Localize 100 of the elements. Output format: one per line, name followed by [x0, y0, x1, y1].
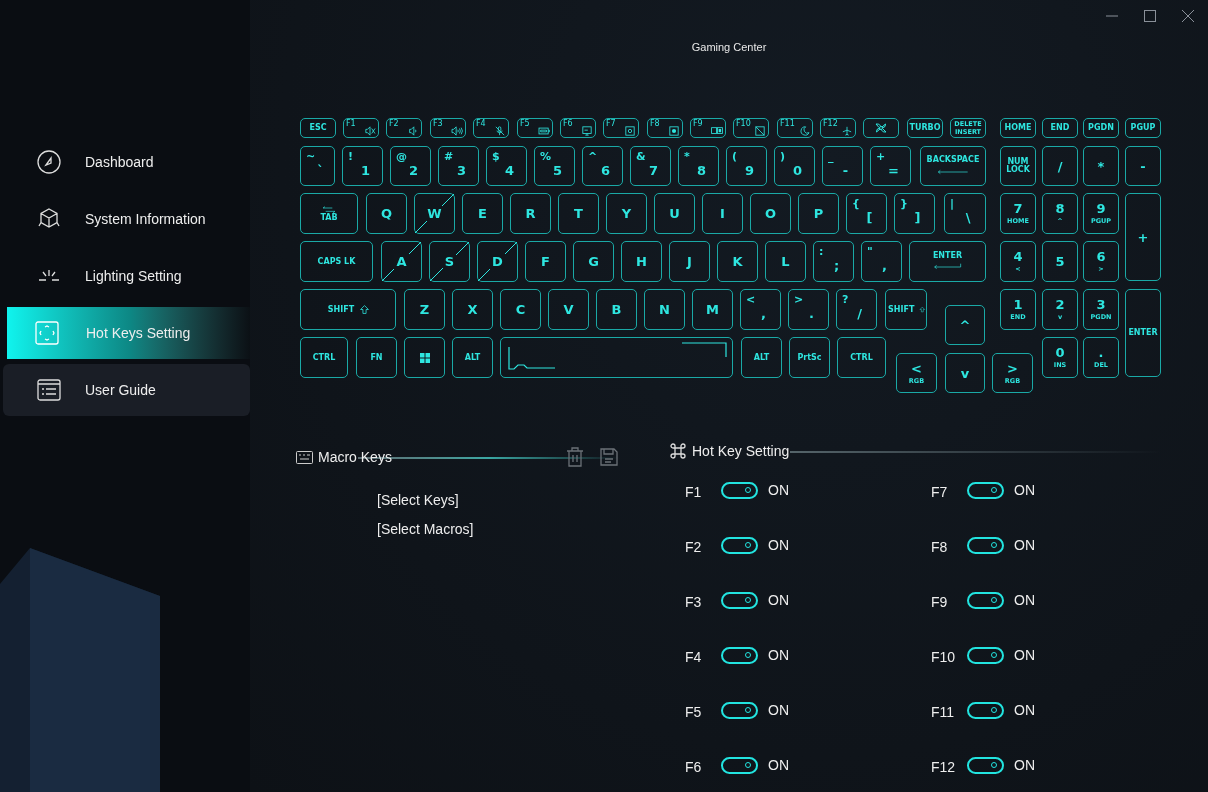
keyboard-key[interactable]: ( 9 [726, 146, 767, 186]
keyboard-key[interactable]: TURBO [907, 118, 943, 138]
keyboard-key[interactable]: " , [861, 241, 902, 282]
keyboard-key[interactable]: % 5 [534, 146, 575, 186]
keyboard-key[interactable]: F7 [603, 118, 639, 138]
keyboard-key[interactable]: F4 [473, 118, 509, 138]
keyboard-key[interactable]: F2 [386, 118, 422, 138]
keyboard-key[interactable]: ! 1 [342, 146, 383, 186]
keyboard-key[interactable]: v [945, 353, 985, 393]
keyboard-key[interactable]: & 7 [630, 146, 671, 186]
keyboard-key[interactable]: TAB [300, 193, 358, 234]
toggle-switch[interactable] [721, 481, 758, 499]
keyboard-key[interactable]: FN [356, 337, 397, 378]
keyboard-key[interactable]: SHIFT [885, 289, 927, 330]
toggle-switch[interactable] [721, 591, 758, 609]
keyboard-key[interactable]: _ - [822, 146, 863, 186]
keyboard-key[interactable]: W [414, 193, 455, 234]
keyboard-key[interactable]: ^ 6 [582, 146, 623, 186]
keyboard-key[interactable]: S [429, 241, 470, 282]
keyboard-key[interactable]: F11 [777, 118, 813, 138]
sidebar-item[interactable]: User Guide [3, 364, 250, 416]
keyboard-key[interactable]: F [525, 241, 566, 282]
keyboard-key[interactable]: END [1042, 118, 1078, 138]
keyboard-key[interactable]: CTRL [837, 337, 886, 378]
select-field[interactable]: [Select Keys] [377, 491, 459, 509]
keyboard-key[interactable] [500, 337, 733, 378]
keyboard-key[interactable]: NUM LOCK [1000, 146, 1036, 186]
keyboard-key[interactable]: ENTER [909, 241, 986, 282]
keyboard-key[interactable]: * [1083, 146, 1119, 186]
keyboard-key[interactable]: < , [740, 289, 781, 330]
keyboard-key[interactable]: - [1125, 146, 1161, 186]
keyboard-key[interactable]: F12 [820, 118, 856, 138]
sidebar-item[interactable]: Dashboard [3, 136, 250, 188]
keyboard-key[interactable]: PGUP [1125, 118, 1161, 138]
keyboard-key[interactable]: F1 [343, 118, 379, 138]
toggle-switch[interactable] [967, 536, 1004, 554]
keyboard-key[interactable]: HOME [1000, 118, 1036, 138]
keyboard-key[interactable]: # 3 [438, 146, 479, 186]
keyboard-key[interactable]: + = [870, 146, 911, 186]
trash-icon[interactable] [566, 447, 584, 467]
select-field[interactable]: [Select Macros] [377, 520, 474, 538]
keyboard-key[interactable]: Y [606, 193, 647, 234]
keyboard-key[interactable]: O [750, 193, 791, 234]
keyboard-key[interactable]: F9 [690, 118, 726, 138]
toggle-switch[interactable] [967, 701, 1004, 719]
keyboard-key[interactable]: | \ [944, 193, 986, 234]
keyboard-key[interactable]: ) 0 [774, 146, 815, 186]
keyboard-key[interactable] [863, 118, 899, 138]
keyboard-key[interactable]: : ; [813, 241, 854, 282]
keyboard-key[interactable]: + [1125, 193, 1161, 281]
keyboard-key[interactable]: D [477, 241, 518, 282]
keyboard-key[interactable]: CAPS LK [300, 241, 373, 282]
keyboard-key[interactable]: / [1042, 146, 1078, 186]
keyboard-key[interactable]: I [702, 193, 743, 234]
toggle-switch[interactable] [967, 591, 1004, 609]
toggle-switch[interactable] [967, 646, 1004, 664]
keyboard-key[interactable]: Q [366, 193, 407, 234]
keyboard-key[interactable]: SHIFT [300, 289, 396, 330]
keyboard-key[interactable]: T [558, 193, 599, 234]
keyboard-key[interactable]: PGDN [1083, 118, 1119, 138]
keyboard-key[interactable]: X [452, 289, 493, 330]
keyboard-key[interactable]: U [654, 193, 695, 234]
keyboard-key[interactable]: ^ [945, 305, 985, 345]
toggle-switch[interactable] [721, 536, 758, 554]
keyboard-key[interactable]: F10 [733, 118, 769, 138]
keyboard-key[interactable]: N [644, 289, 685, 330]
keyboard-key[interactable]: E [462, 193, 503, 234]
toggle-switch[interactable] [721, 756, 758, 774]
keyboard-key[interactable]: > . [788, 289, 829, 330]
sidebar-item[interactable]: System Information [3, 193, 250, 245]
keyboard-key[interactable]: J [669, 241, 710, 282]
keyboard-key[interactable]: F5 [517, 118, 553, 138]
keyboard-key[interactable]: Z [404, 289, 445, 330]
keyboard-key[interactable]: ENTER [1125, 289, 1161, 377]
keyboard-key[interactable]: ESC [300, 118, 336, 138]
keyboard-key[interactable]: V [548, 289, 589, 330]
keyboard-key[interactable]: * 8 [678, 146, 719, 186]
keyboard-key[interactable]: R [510, 193, 551, 234]
toggle-switch[interactable] [967, 481, 1004, 499]
toggle-switch[interactable] [721, 646, 758, 664]
keyboard-key[interactable]: B [596, 289, 637, 330]
keyboard-key[interactable]: M [692, 289, 733, 330]
keyboard-key[interactable]: ALT [452, 337, 493, 378]
sidebar-item[interactable]: Lighting Setting [3, 250, 250, 302]
keyboard-key[interactable] [404, 337, 445, 378]
keyboard-key[interactable]: @ 2 [390, 146, 431, 186]
keyboard-key[interactable]: { [ [846, 193, 887, 234]
toggle-switch[interactable] [967, 756, 1004, 774]
keyboard-key[interactable]: P [798, 193, 839, 234]
keyboard-key[interactable]: L [765, 241, 806, 282]
keyboard-key[interactable]: $ 4 [486, 146, 527, 186]
keyboard-key[interactable]: H [621, 241, 662, 282]
maximize-icon[interactable] [1144, 10, 1156, 22]
keyboard-key[interactable]: F3 [430, 118, 466, 138]
toggle-switch[interactable] [721, 701, 758, 719]
keyboard-key[interactable]: A [381, 241, 422, 282]
keyboard-key[interactable]: ? / [836, 289, 877, 330]
keyboard-key[interactable]: 5 [1042, 241, 1078, 282]
keyboard-key[interactable]: ALT [741, 337, 782, 378]
keyboard-key[interactable]: K [717, 241, 758, 282]
